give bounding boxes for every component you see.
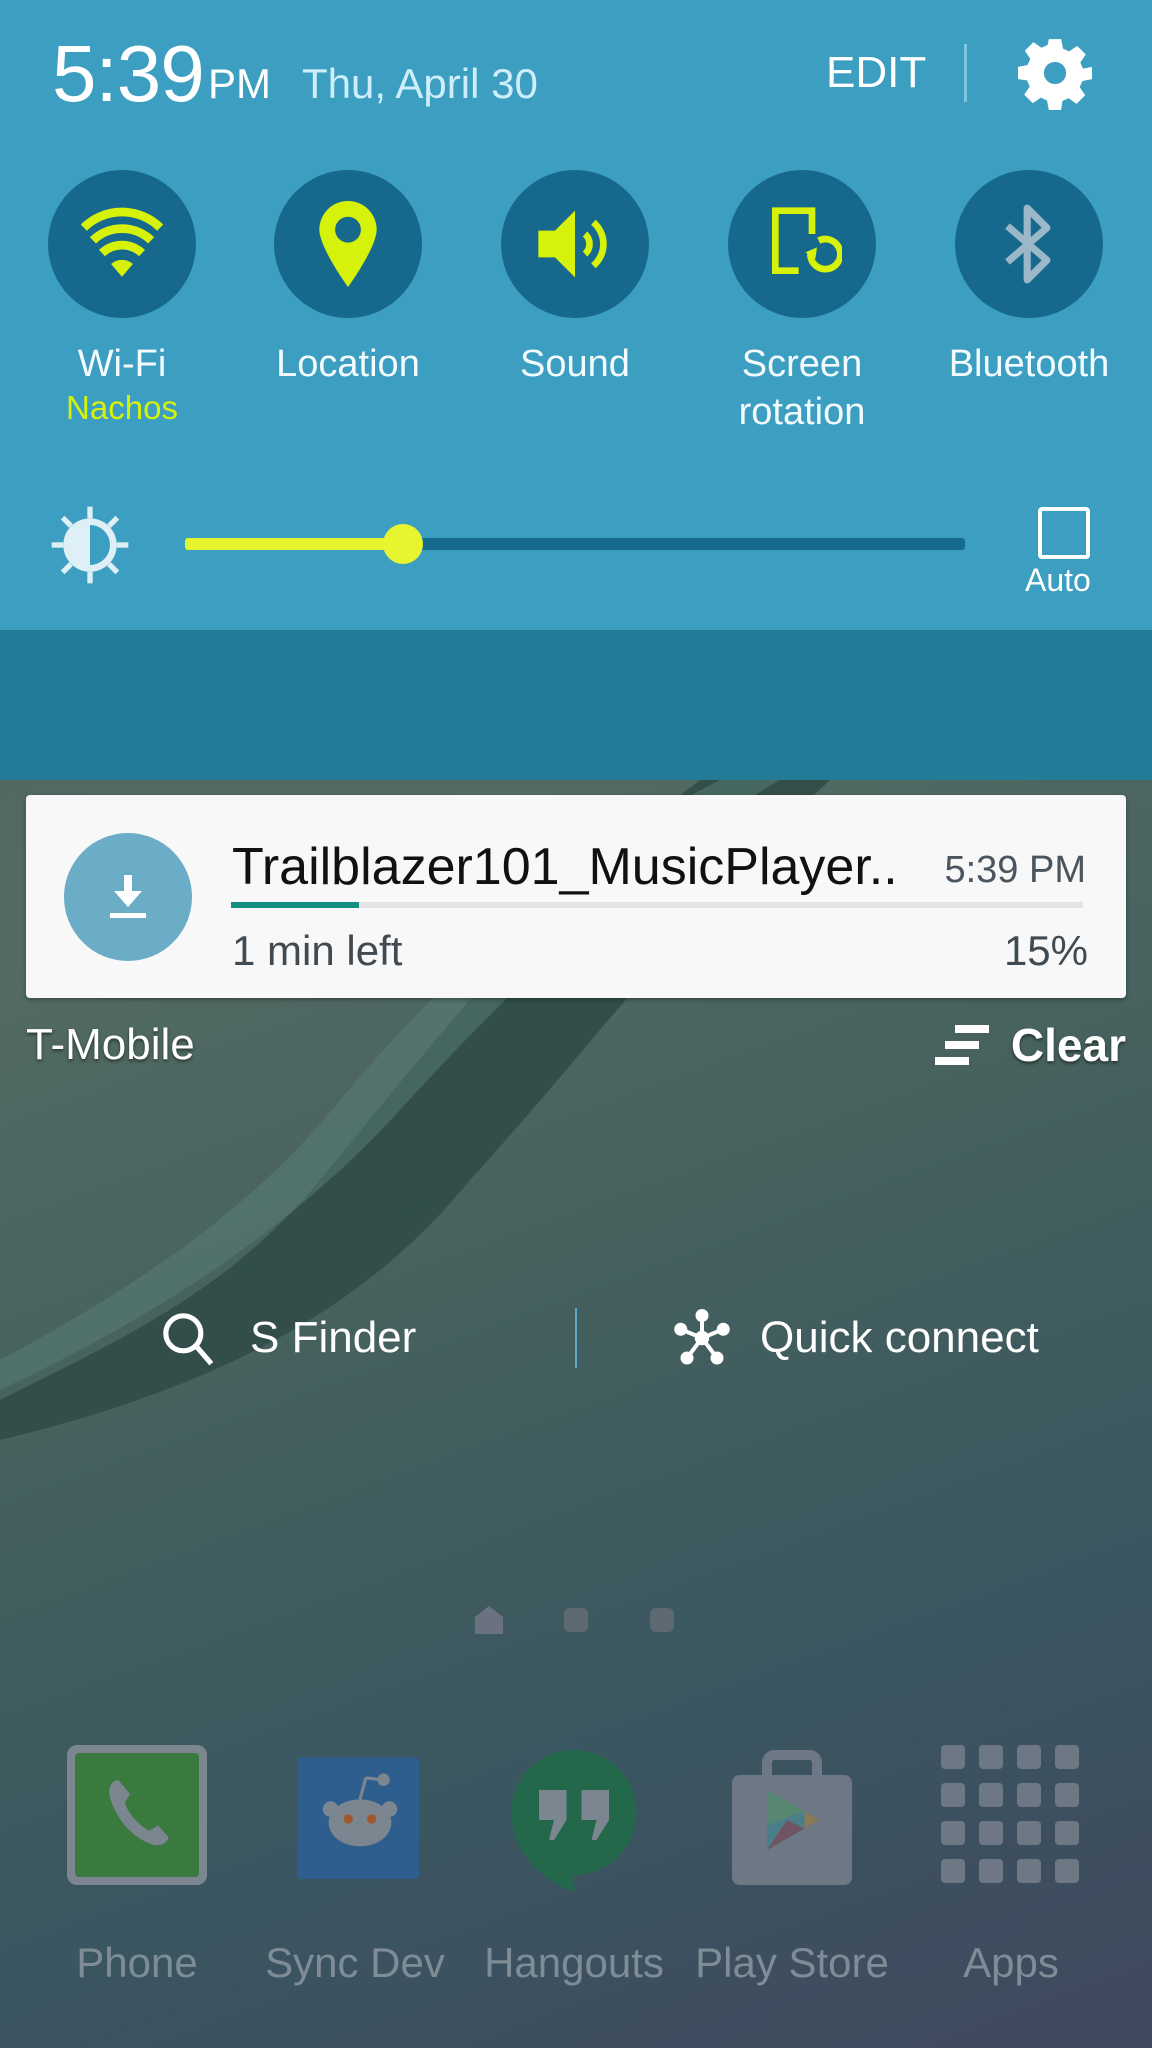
download-icon bbox=[110, 875, 146, 918]
toggle-wifi-circle[interactable] bbox=[48, 170, 196, 318]
quick-connect-icon bbox=[674, 1309, 730, 1365]
brightness-icon bbox=[51, 506, 129, 584]
apps-grid-cell bbox=[941, 1821, 965, 1845]
toggle-location[interactable]: Location bbox=[238, 170, 458, 388]
phone-icon bbox=[67, 1745, 207, 1885]
dock-label-sync-dev: Sync Dev bbox=[265, 1939, 445, 1986]
bluetooth-icon bbox=[1005, 204, 1051, 284]
clock-ampm: PM bbox=[208, 60, 271, 107]
notification-time: 5:39 PM bbox=[944, 849, 1086, 891]
dock-label-hangouts: Hangouts bbox=[484, 1939, 664, 1986]
brightness-slider-thumb[interactable] bbox=[383, 524, 424, 564]
date-label: Thu, April 30 bbox=[302, 60, 538, 107]
toggle-sound[interactable]: Sound bbox=[465, 170, 685, 388]
download-progress-bar bbox=[231, 902, 1083, 908]
download-progress-fill bbox=[231, 902, 359, 908]
dock-app-sync-dev[interactable]: Sync Dev bbox=[255, 1745, 455, 1987]
location-pin-icon bbox=[319, 201, 377, 287]
apps-grid-cell bbox=[1017, 1821, 1041, 1845]
toggle-bluetooth[interactable]: Bluetooth bbox=[919, 170, 1139, 388]
page-dot-3[interactable] bbox=[650, 1608, 674, 1632]
header-divider bbox=[964, 44, 967, 102]
apps-grid-cell bbox=[979, 1745, 1003, 1769]
apps-grid-cell bbox=[1055, 1745, 1079, 1769]
apps-grid-icon bbox=[941, 1745, 1081, 1885]
speaker-icon bbox=[538, 210, 607, 278]
toggle-location-label: Location bbox=[276, 343, 420, 385]
toggle-sound-circle[interactable] bbox=[501, 170, 649, 318]
toggle-wifi-label: Wi-Fi bbox=[77, 343, 167, 385]
shortcut-bar: S Finder Quick connect bbox=[0, 630, 1152, 1368]
toggle-rotation-circle[interactable] bbox=[728, 170, 876, 318]
apps-grid-cell bbox=[1055, 1821, 1079, 1845]
toggle-screen-rotation[interactable]: Screen rotation bbox=[692, 170, 912, 436]
dock-app-phone[interactable]: Phone bbox=[37, 1745, 237, 1987]
search-icon bbox=[163, 1313, 214, 1366]
clock-time: 5:39 bbox=[52, 29, 205, 118]
clear-all-icon bbox=[934, 1025, 989, 1065]
clear-label: Clear bbox=[1010, 1019, 1126, 1071]
toggle-bluetooth-label: Bluetooth bbox=[948, 343, 1110, 385]
clear-notifications-button[interactable]: Clear bbox=[934, 1018, 1126, 1072]
download-notification[interactable]: Trailblazer101_MusicPlayer.. 5:39 PM 1 m… bbox=[26, 795, 1126, 998]
carrier-label: T-Mobile bbox=[26, 1020, 195, 1069]
dock-label-play-store: Play Store bbox=[695, 1939, 889, 1986]
toggle-sound-label: Sound bbox=[520, 343, 630, 385]
shortcut-divider bbox=[575, 1308, 577, 1368]
auto-brightness-label: Auto bbox=[1025, 562, 1091, 598]
toggle-bluetooth-circle[interactable] bbox=[955, 170, 1103, 318]
apps-grid-cell bbox=[979, 1821, 1003, 1845]
dock-app-play-store[interactable]: Play Store bbox=[692, 1745, 892, 1987]
notification-percent: 15% bbox=[1003, 927, 1088, 974]
edit-button[interactable]: EDIT bbox=[826, 48, 926, 98]
quick-settings-panel: 5:39 PM Thu, April 30 EDIT Wi-Fi Nachos … bbox=[0, 0, 1152, 630]
apps-grid-cell bbox=[941, 1859, 965, 1883]
toggle-location-circle[interactable] bbox=[274, 170, 422, 318]
dock-label-apps: Apps bbox=[963, 1939, 1059, 1986]
page-dot-2[interactable] bbox=[564, 1608, 588, 1632]
notification-title: Trailblazer101_MusicPlayer.. bbox=[232, 838, 898, 896]
apps-grid-cell bbox=[941, 1745, 965, 1769]
dock-app-apps[interactable]: Apps bbox=[911, 1745, 1111, 1987]
apps-grid-cell bbox=[979, 1859, 1003, 1883]
play-store-icon bbox=[722, 1745, 862, 1885]
gear-icon[interactable] bbox=[1018, 36, 1092, 110]
quick-connect-button[interactable]: Quick connect bbox=[672, 1308, 1039, 1368]
dock-label-phone: Phone bbox=[76, 1939, 198, 1986]
auto-brightness-checkbox[interactable] bbox=[1038, 507, 1090, 559]
toggle-rotation-label: Screen rotation bbox=[738, 343, 866, 433]
brightness-slider[interactable] bbox=[185, 524, 965, 564]
screen-rotation-icon bbox=[772, 207, 842, 274]
apps-grid-cell bbox=[941, 1783, 965, 1807]
apps-grid-cell bbox=[979, 1783, 1003, 1807]
reddit-alien-icon bbox=[285, 1745, 425, 1885]
notification-time-left: 1 min left bbox=[232, 927, 403, 974]
apps-grid-cell bbox=[1017, 1783, 1041, 1807]
wifi-icon bbox=[80, 207, 164, 277]
apps-grid-cell bbox=[1017, 1745, 1041, 1769]
brightness-slider-fill bbox=[185, 538, 404, 550]
home-page-icon[interactable] bbox=[473, 1603, 505, 1635]
download-icon-circle bbox=[64, 833, 192, 961]
s-finder-button[interactable]: S Finder bbox=[160, 1308, 416, 1368]
s-finder-label: S Finder bbox=[250, 1313, 417, 1362]
home-page-indicator bbox=[0, 1603, 1152, 1643]
apps-grid-cell bbox=[1055, 1783, 1079, 1807]
hangouts-icon bbox=[504, 1745, 644, 1893]
dock-app-hangouts[interactable]: Hangouts bbox=[474, 1745, 674, 1987]
apps-grid-cell bbox=[1055, 1859, 1079, 1883]
quick-connect-label: Quick connect bbox=[760, 1313, 1039, 1362]
apps-grid-cell bbox=[1017, 1859, 1041, 1883]
wifi-network-name: Nachos bbox=[66, 389, 178, 426]
toggle-wifi[interactable]: Wi-Fi Nachos bbox=[12, 170, 232, 428]
